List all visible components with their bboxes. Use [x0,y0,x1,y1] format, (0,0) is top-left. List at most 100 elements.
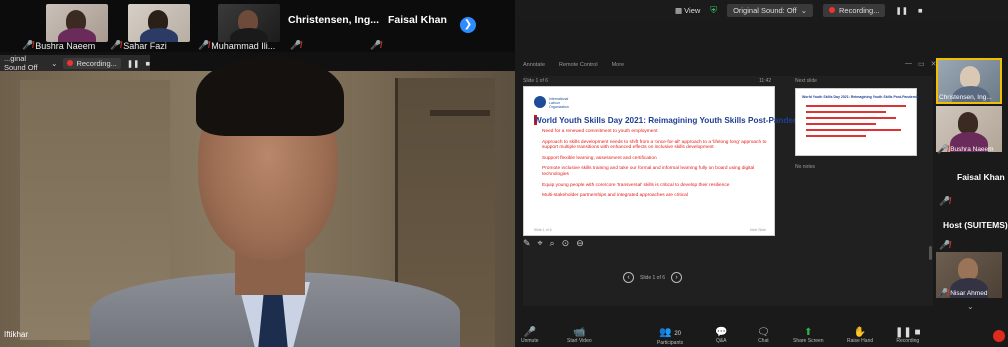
bullet-item: Equip young people with core/core 'trans… [542,182,730,188]
qa-button[interactable]: 💬 Q&A [715,327,727,344]
end-meeting-button[interactable] [993,330,1005,342]
spotlight-icon[interactable]: ⊙ [562,238,570,249]
slide-bullets: Need for a renewed commitment to youth e… [542,129,770,204]
participant-thumb-1[interactable] [46,4,108,42]
speaker-hair [196,56,344,136]
shared-screen: Slide 1 of 6 11:42 International Labour … [523,76,933,306]
record-dot-icon [67,60,74,66]
slide-navigation: ‹ Slide 1 of 6 › [623,272,683,283]
gallery-name-2: 🎤̸ Bushra Naeem [937,144,994,154]
chat-button[interactable]: 🗨 Chat [757,327,770,344]
video-off-icon: 📹 [573,327,586,338]
eraser-icon[interactable]: ⊖ [576,238,584,249]
current-slide: International Labour Organization World … [523,86,807,236]
next-slide-preview[interactable]: World Youth Skills Day 2021: Reimagining… [795,88,919,156]
zoom-topbar: ▦ View ⛨ Original Sound: Off ⌄ Recording… [515,0,1008,20]
participant-thumb-2[interactable] [128,4,190,42]
chevron-down-icon[interactable]: ⌄ [967,302,974,311]
view-button[interactable]: ▦ View [675,6,700,15]
raise-hand-button[interactable]: ✋ Raise Hand [847,327,873,344]
zoom-icon[interactable]: ⌕ [550,238,555,249]
mic-muted-icon: 🎤̸ [937,288,949,298]
gallery-name-4[interactable]: Host (SUITEMS) [943,220,1008,230]
participant-thumb-3[interactable] [218,4,280,42]
mic-muted-icon: 🎤̸ [22,40,34,50]
left-subbar: ...ginal Sound Off ⌄ Recording... ❚❚ ■ [0,54,150,72]
participant-name-4[interactable]: Christensen, Ing... [288,14,379,26]
participant-name-2: 🎤̸ Sahar Fazi [110,40,167,51]
pause-stop-icon: ❚❚ ■ [895,327,921,338]
minimize-icon[interactable]: — [905,60,912,68]
meeting-toolbar: 🎤 Unmute 📹 Start Video 👥 20 Participants… [515,326,1008,347]
zoom-window: ▦ View ⛨ Original Sound: Off ⌄ Recording… [515,0,1008,347]
qa-icon: 💬 [715,327,728,338]
bullet-item: Need for a renewed commitment to youth e… [542,129,658,134]
window-controls: — ▭ ✕ [905,60,937,68]
ilo-logo-icon [534,96,546,108]
recording-indicator: Recording... [823,3,886,17]
share-screen-icon: ⬆ [804,327,813,338]
presenter-notes-pane: Next slide World Youth Skills Day 2021: … [787,76,919,306]
original-sound-button[interactable]: Original Sound: Off ⌄ [727,3,814,17]
mini-slide-title: World Youth Skills Day 2021: Reimagining… [802,95,919,99]
recording-indicator: Recording... [63,57,121,69]
participants-icon: 👥 20 [659,327,682,338]
participants-button[interactable]: 👥 20 Participants [657,327,683,346]
mic-muted-icon: 🎤̸ [939,196,951,206]
annotate-button[interactable]: Annotate [523,62,545,74]
mini-line [806,117,896,119]
gallery-name-3[interactable]: Faisal Khan [957,172,1005,182]
speaker-name-label: Iftikhar [4,330,29,339]
pause-icon[interactable]: ❚❚ [127,59,140,68]
slide-nav-counter: Slide 1 of 6 [640,274,666,281]
participant-gallery: Christensen, Ing... 🎤̸ Bushra Naeem Fais… [935,56,1008,347]
mic-muted-icon: 🎤 [523,327,536,338]
gallery-name-1: Christensen, Ing... [939,94,992,101]
annotation-tools: ✎ ⌖ ⌕ ⊙ ⊖ [523,238,584,249]
slide-counter: Slide 1 of 6 [523,78,549,84]
mini-line [806,135,866,137]
logo-text: International Labour Organization [549,97,569,109]
bullet-item: Multi-stakeholder partnerships and integ… [542,193,688,199]
stop-icon[interactable]: ■ [145,59,150,68]
original-sound-label[interactable]: ...ginal Sound Off [4,54,45,72]
chat-icon: 🗨 [757,327,770,338]
start-video-button[interactable]: 📹 Start Video [567,327,592,344]
prev-slide-button[interactable]: ‹ [623,272,634,283]
pointer-icon[interactable]: ⌖ [538,238,543,249]
chevron-down-icon[interactable]: ⌄ [51,59,57,68]
share-screen-button[interactable]: ⬆ Share Screen [793,327,824,344]
remote-control-button[interactable]: Remote Control [559,62,598,74]
mic-muted-icon: 🎤̸ [290,40,302,50]
pen-icon[interactable]: ✎ [523,238,531,249]
recording-button[interactable]: ❚❚ ■ Recording [895,327,921,344]
speaker-panel: 🎤̸ Bushra Naeem 🎤̸ Sahar Fazi 🎤̸ Muhamma… [0,0,515,347]
record-dot-icon [829,7,836,13]
mic-muted-icon: 🎤̸ [198,40,210,50]
participant-name-1: 🎤̸ Bushra Naeem [22,40,96,51]
mini-line [806,129,901,131]
participant-name-5[interactable]: Faisal Khan [388,14,447,26]
pause-icon[interactable]: ❚❚ [895,6,908,15]
next-slide-label: Next slide [795,78,817,84]
more-button[interactable]: More [612,62,625,74]
bullet-item: Promote inclusive skills training and ta… [542,166,755,177]
participant-strip: 🎤̸ Bushra Naeem 🎤̸ Sahar Fazi 🎤̸ Muhamma… [0,0,515,52]
scrollbar[interactable] [929,246,932,260]
shield-icon[interactable]: ⛨ [710,5,717,16]
mini-line [806,123,876,125]
next-slide-button[interactable]: › [671,272,683,283]
maximize-icon[interactable]: ▭ [918,60,925,68]
stop-icon[interactable]: ■ [918,6,923,15]
mic-muted-icon: 🎤̸ [370,40,382,50]
gallery-name-5: 🎤̸ Nisar Ahmed [937,288,988,298]
slide-title: World Youth Skills Day 2021: Reimagining… [534,116,808,125]
share-toolbar: Annotate Remote Control More [523,62,793,74]
slide-footer: Slide 1 of 6 Next Slide [534,228,766,232]
mic-muted-icon: 🎤̸ [110,40,122,50]
next-page-button[interactable]: ❯ [460,17,476,33]
timer: 11:42 [759,78,772,84]
mic-muted-icon: 🎤̸ [939,240,951,250]
background-shelf [430,110,490,116]
unmute-button[interactable]: 🎤 Unmute [521,327,539,344]
